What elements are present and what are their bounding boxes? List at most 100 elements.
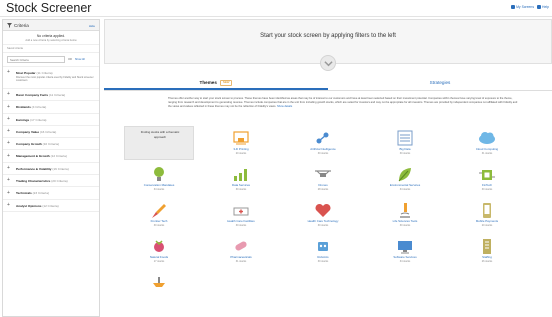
theme-stock-count: 30 stocks: [153, 224, 165, 227]
theme-stock-count: 30 stocks: [317, 260, 329, 263]
theme-name: Big Data: [399, 147, 411, 151]
theme-tile[interactable]: Drones 28 stocks: [288, 162, 358, 196]
help-link[interactable]: Help: [537, 5, 549, 10]
theme-name: Drones: [318, 183, 328, 187]
phone-icon: [483, 203, 491, 218]
tab-strategies[interactable]: Strategies: [328, 75, 552, 90]
plus-icon: +: [7, 177, 10, 184]
category-label: Basic Company Facts (11 Criteria): [16, 93, 66, 97]
criteria-header: Criteria Hide: [3, 20, 99, 31]
theme-tile[interactable]: 3-D Printing 20 stocks: [206, 126, 276, 160]
plus-icon: +: [7, 69, 10, 76]
criteria-search-input[interactable]: [7, 56, 65, 63]
theme-intro-tile[interactable]: Finding stocks with a thematic approach: [124, 126, 194, 160]
top-bar: Stock Screener My Screens Help: [0, 0, 552, 17]
plus-icon: +: [7, 189, 10, 196]
theme-tile[interactable]: Natural Foods 17 stocks: [124, 234, 194, 268]
criteria-category[interactable]: + Most Popular (11 Criteria) Discover the …: [3, 67, 99, 89]
criteria-category[interactable]: + Earnings (17 Criteria): [3, 114, 99, 126]
theme-name: Staffing: [482, 255, 492, 259]
criteria-sidebar: Criteria Hide No criteria applied. Add a…: [2, 19, 100, 317]
food-icon: [153, 277, 165, 287]
theme-stock-count: 20 stocks: [481, 224, 493, 227]
plus-icon: +: [7, 115, 10, 122]
theme-tile[interactable]: Big Data 30 stocks: [370, 126, 440, 160]
theme-stock-count: 20 stocks: [235, 152, 247, 155]
top-links: My Screens Help: [511, 5, 549, 10]
category-label: Company Value (16 Criteria): [16, 129, 57, 134]
empty-hint: Add a new criteria by selecting criteria…: [25, 39, 77, 42]
theme-name: Mobile Payments: [475, 219, 499, 223]
show-details-link[interactable]: Show details: [277, 105, 292, 108]
saved-criteria-label: Saved criteria: [3, 45, 99, 53]
bar-chart-icon: [234, 169, 247, 181]
criteria-category-list: + Most Popular (11 Criteria) Discover the …: [3, 67, 99, 212]
theme-tile[interactable]: Staffing 26 stocks: [452, 234, 522, 268]
theme-tile[interactable]: Mobile Payments 20 stocks: [452, 198, 522, 232]
plus-icon: +: [7, 201, 10, 208]
theme-stock-count: 31 stocks: [481, 152, 493, 155]
my-screens-link[interactable]: My Screens: [511, 5, 534, 10]
theme-name: FinTech: [481, 183, 493, 187]
theme-name: Finding stocks with a thematic: [140, 130, 180, 134]
theme-stock-count: 31 stocks: [235, 260, 247, 263]
theme-tile[interactable]: Cloud Computing 31 stocks: [452, 126, 522, 160]
category-label: Analyst Opinions (12 Criteria): [16, 203, 59, 208]
banner-text: Start your stock screen by applying filt…: [260, 33, 396, 39]
theme-name: Pharmaceuticals: [230, 255, 252, 259]
criteria-category[interactable]: + Management & Growth (12 Criteria): [3, 150, 99, 163]
theme-tile[interactable]: Data Services 30 stocks: [206, 162, 276, 196]
theme-name: Software Services: [393, 255, 417, 259]
theme-tile[interactable]: Health Care Technology 30 stocks: [288, 198, 358, 232]
criteria-category[interactable]: + Trading Characteristics (20 Criteria): [3, 175, 99, 188]
theme-name: Life Sciences Tools: [392, 219, 418, 223]
theme-tile[interactable]: Conservation Mandates 34 stocks: [124, 162, 194, 196]
tab-themes[interactable]: Themes NEW: [104, 75, 328, 90]
ambulance-icon: [233, 207, 249, 216]
theme-tile[interactable]: Life Sciences Tools 30 stocks: [370, 198, 440, 232]
criteria-category[interactable]: + Company Value (16 Criteria): [3, 126, 99, 139]
theme-stock-count: 30 stocks: [481, 188, 493, 191]
theme-tile[interactable]: Artificial Intelligence 30 stocks: [288, 126, 358, 160]
theme-stock-count: 34 stocks: [153, 188, 165, 191]
main-panel: Start your stock screen by applying filt…: [104, 19, 552, 317]
chip-icon: [479, 170, 495, 180]
themes-description: Themes offer another way to start your s…: [168, 97, 518, 109]
theme-stock-count: 30 stocks: [317, 152, 329, 155]
theme-name: 3-D Printing: [233, 147, 249, 151]
criteria-category[interactable]: + Analyst Opinions (12 Criteria): [3, 200, 99, 212]
search-or-label: OR: [68, 58, 72, 61]
criteria-category[interactable]: + Performance & Volatility (16 Criteria): [3, 163, 99, 176]
bulb-icon: [154, 167, 164, 181]
help-icon: [537, 5, 542, 10]
theme-tile[interactable]: FinTech 30 stocks: [452, 162, 522, 196]
theme-name-line2: approach: [153, 135, 167, 139]
hide-criteria-link[interactable]: Hide: [89, 24, 95, 28]
chevron-down-icon: [324, 61, 333, 67]
radish-icon: [154, 240, 164, 252]
criteria-title: Criteria: [14, 22, 29, 28]
theme-name: Cloud Computing: [475, 147, 499, 151]
criteria-category[interactable]: + Basic Company Facts (11 Criteria): [3, 89, 99, 102]
ai-icon: [316, 132, 329, 144]
category-label: Trading Characteristics (20 Criteria): [16, 179, 68, 184]
3d-printer-icon: [233, 131, 249, 145]
theme-tile[interactable]: Robotics 30 stocks: [288, 234, 358, 268]
theme-tile[interactable]: Environmental Services 34 stocks: [370, 162, 440, 196]
rocket-icon: [152, 204, 166, 218]
criteria-category[interactable]: + Company Growth (10 Criteria): [3, 138, 99, 151]
criteria-category[interactable]: + Technicals (23 Criteria): [3, 187, 99, 200]
theme-tile[interactable]: Health Care Facilities 30 stocks: [206, 198, 276, 232]
theme-name: Frontier Tech: [150, 219, 168, 223]
theme-tile[interactable]: Frontier Tech 30 stocks: [124, 198, 194, 232]
category-label: Management & Growth (12 Criteria): [16, 154, 67, 159]
category-label: Most Popular (11 Criteria): [16, 71, 53, 75]
theme-tile[interactable]: Software Services 34 stocks: [370, 234, 440, 268]
theme-tile[interactable]: [124, 270, 194, 304]
theme-name: Health Care Facilities: [227, 219, 255, 223]
theme-tile[interactable]: Pharmaceuticals 31 stocks: [206, 234, 276, 268]
criteria-category[interactable]: + Dividends (4 Criteria): [3, 101, 99, 114]
plus-icon: +: [7, 165, 10, 172]
show-all-link[interactable]: Show All: [75, 58, 85, 61]
criteria-empty-state: No criteria applied. Add a new criteria …: [3, 31, 99, 45]
